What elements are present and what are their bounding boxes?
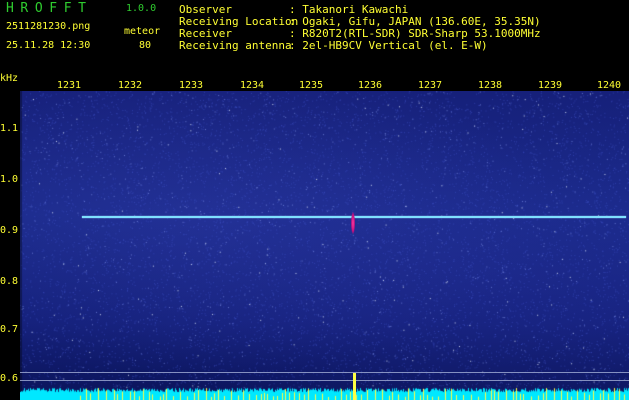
x-tick-label: 1235 [298,80,324,91]
x-tick-label: 1233 [178,80,204,91]
antenna-value: : 2el-HB9CV Vertical (el. E-W) [289,39,488,52]
y-axis-unit: kHz [0,73,19,84]
mode-label: meteor [124,26,161,37]
meteor-ping-spike [353,373,356,400]
noise-background [20,91,629,400]
x-tick-label: 1234 [239,80,265,91]
reference-line-upper [20,372,629,373]
x-tick-label: 1240 [596,80,622,91]
detection-count: 80 [139,40,152,51]
spectrogram [20,91,629,400]
meteor-echo [351,212,355,234]
y-tick-label: 0.6 [0,373,19,384]
x-tick-label: 1239 [537,80,563,91]
y-tick-label: 1.0 [0,174,19,185]
y-tick-label: 0.7 [0,324,19,335]
power-trace [20,380,629,400]
x-tick-label: 1236 [357,80,383,91]
x-tick-label: 1231 [56,80,82,91]
file-name: 2511281230.png [6,21,91,32]
app-title: HROFFT [6,1,93,16]
x-tick-label: 1238 [477,80,503,91]
y-tick-label: 0.9 [0,225,19,236]
header-panel: HROFFT 1.0.0 2511281230.png meteor 25.11… [0,0,629,74]
app-version: 1.0.0 [126,3,157,14]
antenna-label: Receiving antenna [179,39,292,52]
x-tick-label: 1232 [117,80,143,91]
date-time: 25.11.28 12:30 [6,40,91,51]
y-tick-label: 1.1 [0,123,19,134]
x-tick-label: 1237 [417,80,443,91]
y-tick-label: 0.8 [0,276,19,287]
